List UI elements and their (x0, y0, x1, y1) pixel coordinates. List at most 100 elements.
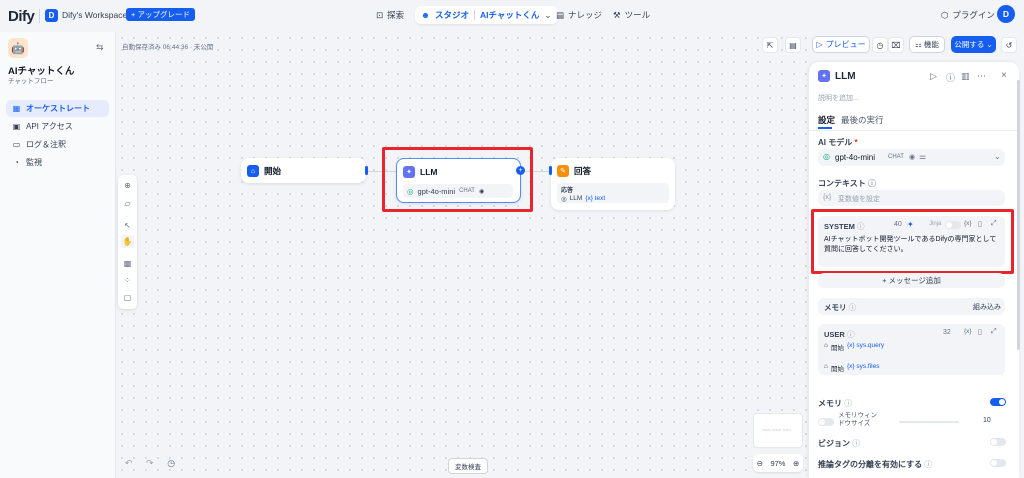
log-icon: ▭ (12, 140, 21, 149)
swap-icon[interactable]: ⇆ (96, 42, 104, 53)
insert-variable-icon[interactable]: {x} (964, 328, 972, 335)
run-icon[interactable]: ▷ (930, 71, 937, 82)
history-icon[interactable]: ⌧ (888, 37, 904, 53)
memory-toggle-label: メモリ ⓘ (818, 399, 853, 408)
memory-window-label: メモリウィンドウサイズ (838, 412, 877, 427)
minimap[interactable]: ~~~ ~~~ ~~~ (753, 413, 803, 448)
upgrade-button[interactable]: + アップグレード (126, 8, 195, 21)
info-icon: ⓘ (868, 179, 876, 188)
zoom-level[interactable]: 97% (770, 459, 785, 468)
sidebar-item-orchestrate[interactable]: ▦ オーケストレート (6, 100, 109, 117)
features-icon: ⚏ (915, 40, 922, 49)
memory-window-value[interactable]: 10 (983, 417, 991, 424)
params-icon[interactable]: ⚌ (919, 152, 926, 161)
tab-settings[interactable]: 設定 (818, 114, 835, 126)
answer-field-label: 応答 (561, 188, 574, 194)
current-app-name[interactable]: AIチャットくん (480, 9, 539, 21)
user-token-count: 32 (943, 329, 951, 336)
start-node[interactable]: ⌂ 開始 (241, 158, 368, 183)
zoom-in-icon[interactable]: ⊕ (793, 459, 799, 468)
tab-last-run[interactable]: 最後の実行 (841, 114, 884, 126)
export-image-icon[interactable]: ▩ (121, 257, 134, 270)
memory-toggle[interactable] (990, 398, 1006, 406)
divider (809, 130, 1019, 131)
expand-icon[interactable]: ⤢ (991, 328, 997, 336)
reasoning-tag-toggle[interactable] (990, 459, 1006, 467)
sidebar-item-monitor[interactable]: ◔ 監視 (6, 154, 109, 171)
zoom-control: ⊖ 97% ⊕ (753, 454, 803, 472)
home-icon: ⌂ (247, 165, 259, 177)
nav-explore[interactable]: ⊡ 探索 (376, 9, 404, 21)
variable-inspect-button[interactable]: 変数検査 (448, 458, 488, 474)
workspace-badge: D (45, 9, 58, 22)
zoom-out-icon[interactable]: ⊖ (757, 459, 763, 468)
memory-builtin[interactable]: 組み込み (973, 302, 1001, 312)
nav-tools[interactable]: ⚒ ツール (613, 9, 650, 21)
nav-studio[interactable]: ☻ スタジオ AIチャットくん ⌄ (415, 6, 558, 24)
vision-toggle[interactable] (990, 438, 1006, 446)
answer-node-handle[interactable] (549, 166, 552, 175)
model-selector[interactable]: ◎ gpt-4o-mini CHAT ◉ ⚌ ⌄ (818, 149, 1005, 166)
more-icon[interactable]: ⋯ (977, 71, 986, 82)
checklist-icon[interactable]: ◷ (872, 37, 888, 53)
chevron-down-icon: ⌄ (544, 9, 552, 20)
nav-studio-label: スタジオ (434, 10, 469, 20)
llm-settings-panel: ✦ LLM ▷ ⓘ ▥ ⋯ × 説明を追加... 設定 最後の実行 AI モデル… (809, 62, 1019, 478)
env-vars-icon[interactable]: ▤ (785, 37, 801, 53)
minimap-icon[interactable]: ▢ (121, 291, 134, 304)
variable-icon: {x} (823, 194, 832, 201)
description-input[interactable]: 説明を追加... (818, 93, 859, 103)
user-label: USER ⓘ (824, 330, 855, 339)
llm-icon: ✦ (818, 70, 830, 82)
publish-button[interactable]: 公開する ⌄ (951, 36, 996, 53)
info-icon: ⓘ (852, 439, 861, 448)
panel-title: LLM (835, 71, 856, 82)
answer-icon: ✎ (557, 165, 569, 177)
context-variable-selector[interactable]: {x} 変数値を設定 (818, 190, 1005, 206)
organize-icon[interactable]: ⁘ (121, 274, 134, 287)
history-icon[interactable]: ◷ (167, 458, 175, 469)
divider (39, 9, 40, 23)
eye-icon: ◉ (909, 154, 916, 161)
memory-window-toggle[interactable] (818, 418, 834, 426)
memory-window-slider[interactable] (899, 421, 959, 423)
redo-icon[interactable]: ↷ (146, 458, 154, 469)
answer-node-body: 応答 ◎ LLM {x} text (557, 183, 669, 203)
nav-knowledge[interactable]: ▤ ナレッジ (556, 9, 602, 21)
knowledge-icon: ▤ (556, 9, 565, 20)
hand-icon[interactable]: ✋ (121, 235, 134, 248)
dify-logo[interactable]: Dify (8, 8, 35, 25)
memory-label: メモリ ⓘ (824, 303, 857, 312)
undo-icon[interactable]: ↶ (125, 458, 133, 469)
layout-icon[interactable]: ▥ (961, 71, 970, 82)
tab-active-indicator (818, 127, 832, 129)
plugins-button[interactable]: ⬡ プラグイン (941, 9, 995, 21)
version-history-icon[interactable]: ↺ (1001, 37, 1017, 53)
user-var-query: ⌂ 開始 {x} sys.query (824, 342, 885, 352)
sidebar-item-logs[interactable]: ▭ ログ＆注釈 (6, 136, 109, 153)
avatar[interactable]: D (997, 5, 1015, 23)
preview-button[interactable]: ▷ プレビュー (812, 36, 870, 53)
help-icon[interactable]: ⓘ (946, 71, 955, 84)
export-icon[interactable]: ⇱ (762, 37, 778, 53)
close-icon[interactable]: × (1001, 70, 1007, 81)
copy-icon[interactable]: ▯ (978, 328, 982, 336)
user-var-files: ⌂ 開始 {x} sys.files (824, 363, 880, 373)
panel-scrollbar[interactable] (1017, 80, 1020, 350)
note-icon[interactable]: ▱ (121, 197, 134, 210)
play-icon: ▷ (816, 40, 823, 49)
start-node-handle[interactable] (365, 166, 368, 175)
features-button[interactable]: ⚏ 機能 (909, 36, 945, 53)
llm-small-icon: ◎ (561, 196, 567, 203)
pointer-icon[interactable]: ↖ (121, 219, 134, 232)
user-prompt-editor[interactable]: USER ⓘ 32 {x} ▯ ⤢ ⌂ 開始 {x} sys.query ⌂ 開始 … (818, 324, 1005, 375)
sidebar (0, 32, 116, 478)
add-node-icon[interactable]: ⊕ (121, 179, 134, 192)
add-message-button[interactable]: + メッセージ追加 (818, 273, 1005, 288)
memory-row: メモリ ⓘ 組み込み (818, 298, 1005, 315)
info-icon: ⓘ (848, 303, 857, 312)
answer-node[interactable]: ✎ 回答 応答 ◎ LLM {x} text (549, 158, 675, 210)
start-node-title: 開始 (264, 166, 282, 176)
sidebar-item-api[interactable]: ▣ API アクセス (6, 118, 109, 135)
workflow-canvas[interactable] (116, 32, 808, 478)
